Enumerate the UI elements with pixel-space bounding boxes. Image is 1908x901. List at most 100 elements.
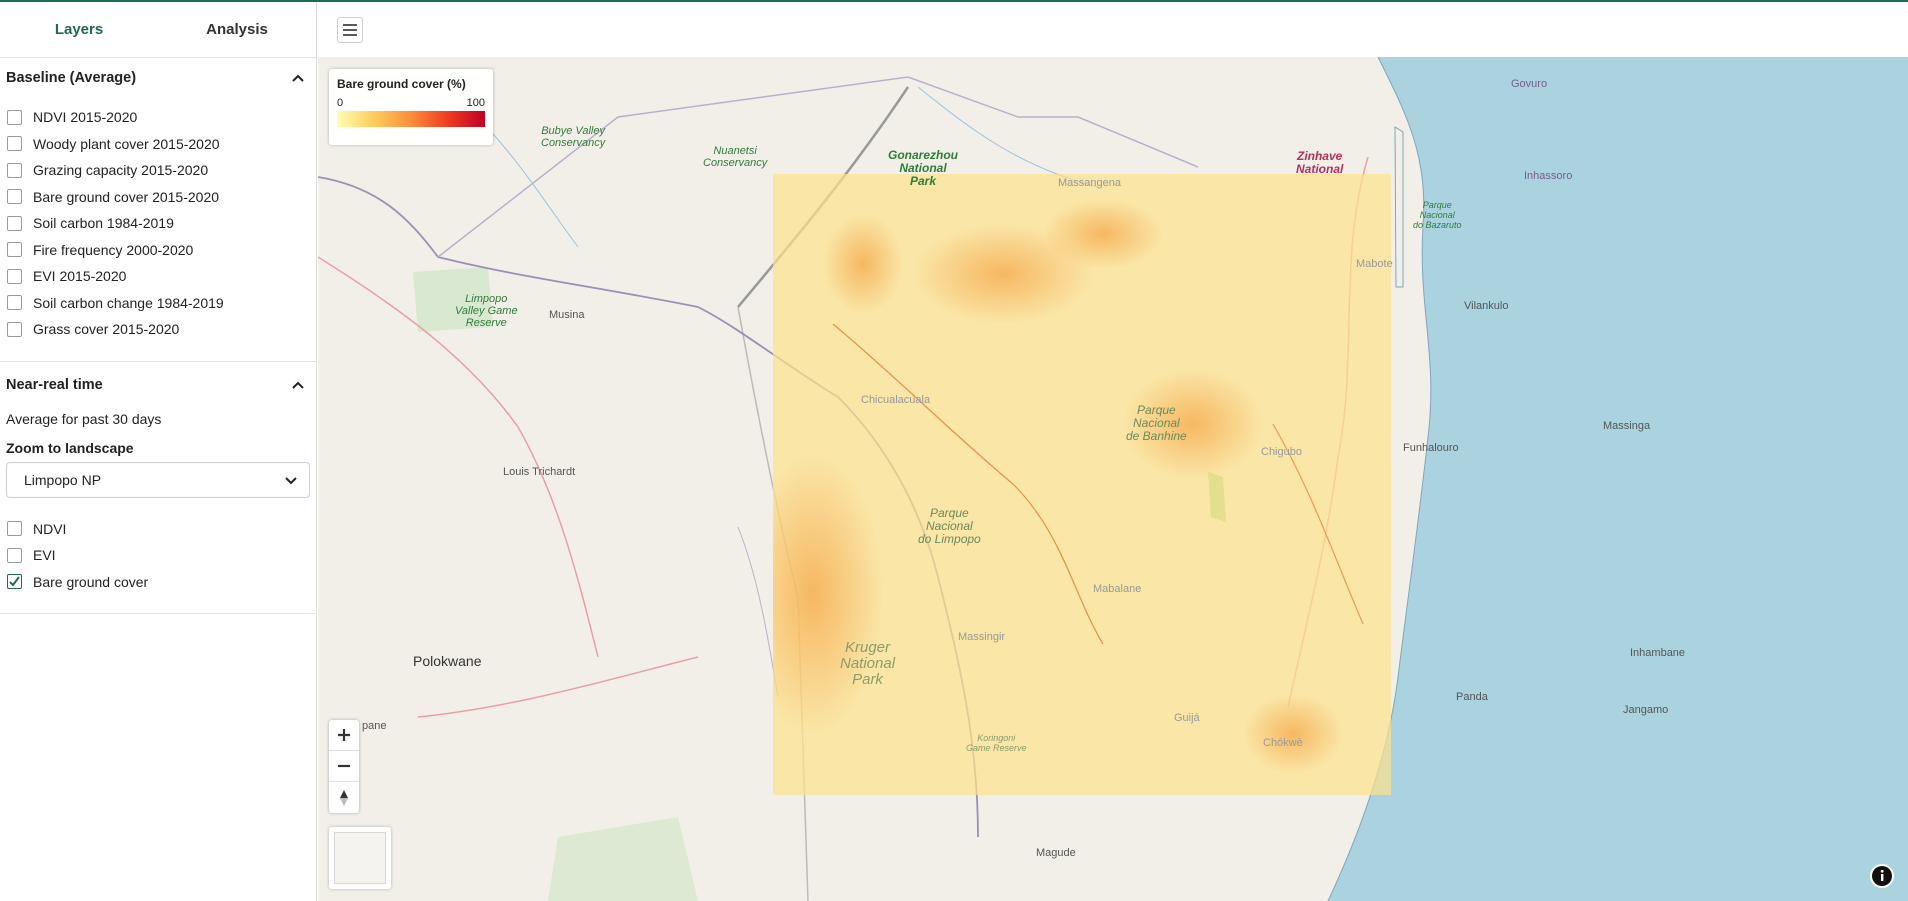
map-label-bubye-valley: Bubye Valley Conservancy <box>541 125 606 149</box>
map-label-jangamo: Jangamo <box>1623 704 1669 716</box>
map-canvas[interactable]: Polokwane Louis Trichardt Musina Inhasso… <box>318 57 1908 901</box>
legend-max: 100 <box>466 97 485 109</box>
baseline-section-title: Baseline (Average) <box>6 70 137 86</box>
map-label-kruger: Kruger National Park <box>840 639 896 688</box>
chevron-down-icon <box>285 472 297 488</box>
map-toolbar <box>318 2 1908 57</box>
map-label-chicualacuala: Chicualacuala <box>861 394 931 406</box>
legend-color-ramp <box>337 111 485 127</box>
map-label-inhambane: Inhambane <box>1630 647 1686 659</box>
chevron-up-icon[interactable] <box>286 66 310 90</box>
checkbox[interactable] <box>7 321 22 337</box>
layer-label: Bare ground cover <box>33 573 149 590</box>
layer-label: Soil carbon change 1984-2019 <box>33 294 224 311</box>
checkbox[interactable] <box>7 215 22 231</box>
map-label-massingir: Massingir <box>958 631 1006 643</box>
map-label-limpopo-np: Parque Nacional do Limpopo <box>918 506 981 546</box>
zoom-controls <box>329 720 359 813</box>
nrt-subtitle: Average for past 30 days <box>6 410 162 427</box>
tab-bar: Layers Analysis <box>0 2 316 58</box>
hamburger-icon[interactable] <box>337 17 363 43</box>
bare-ground-overlay <box>773 174 1391 795</box>
check-icon <box>9 576 20 587</box>
map-label-pane: pane <box>362 720 387 732</box>
zoom-to-landscape-label: Zoom to landscape <box>6 439 134 456</box>
sidebar: Layers Analysis Baseline (Average) NDVI … <box>0 2 317 901</box>
landscape-select[interactable]: Limpopo NP <box>6 461 310 498</box>
minus-icon <box>338 764 350 768</box>
map-label-bazaruto: Parque Nacional do Bazaruto <box>1413 200 1462 230</box>
map-label-massinga: Massinga <box>1603 420 1651 432</box>
map-label-chigubo: Chigubo <box>1261 446 1302 458</box>
section-divider <box>0 613 316 614</box>
layer-evi-nrt[interactable]: EVI <box>0 542 316 569</box>
layer-label: Bare ground cover 2015-2020 <box>33 188 220 205</box>
layer-grass-cover[interactable]: Grass cover 2015-2020 <box>0 316 316 343</box>
compass-icon <box>340 789 348 806</box>
map-label-musina: Musina <box>549 309 585 321</box>
map-label-nuanetsi: Nuanetsi Conservancy <box>703 145 768 169</box>
legend-title: Bare ground cover (%) <box>337 77 466 91</box>
layer-label: Fire frequency 2000-2020 <box>33 241 194 258</box>
checkbox[interactable] <box>7 268 22 284</box>
checkbox[interactable] <box>7 136 22 152</box>
map-label-koringoni: Koringoni Game Reserve <box>966 733 1027 753</box>
layer-woody-plant-cover[interactable]: Woody plant cover 2015-2020 <box>0 131 316 158</box>
checkbox-checked[interactable] <box>7 574 22 590</box>
map-label-magude: Magude <box>1036 847 1076 859</box>
map-label-banhine: Parque Nacional de Banhine <box>1126 403 1187 443</box>
checkbox[interactable] <box>7 295 22 311</box>
info-icon[interactable] <box>1870 864 1894 888</box>
nrt-layer-list: NDVI EVI Bare ground cover <box>0 516 316 596</box>
layer-ndvi-nrt[interactable]: NDVI <box>0 516 316 543</box>
map-legend: Bare ground cover (%) 0 100 <box>329 69 493 145</box>
zoom-out-button[interactable] <box>329 751 359 782</box>
checkbox[interactable] <box>7 109 22 125</box>
layer-soil-carbon[interactable]: Soil carbon 1984-2019 <box>0 210 316 237</box>
checkbox[interactable] <box>7 189 22 205</box>
basemap-preview <box>334 832 386 884</box>
map-label-panda: Panda <box>1456 691 1488 703</box>
map-label-louis-trichardt: Louis Trichardt <box>503 466 576 478</box>
layer-label: NDVI <box>33 520 67 537</box>
map-label-mabalane: Mabalane <box>1093 583 1142 595</box>
layer-label: EVI <box>33 547 56 564</box>
layer-grazing-capacity[interactable]: Grazing capacity 2015-2020 <box>0 157 316 184</box>
legend-min: 0 <box>337 97 344 109</box>
tab-layers[interactable]: Layers <box>0 2 158 57</box>
layer-label: NDVI 2015-2020 <box>33 109 138 126</box>
checkbox[interactable] <box>7 547 22 563</box>
checkbox[interactable] <box>7 521 22 537</box>
layer-label: Grazing capacity 2015-2020 <box>33 162 209 179</box>
layer-fire-frequency[interactable]: Fire frequency 2000-2020 <box>0 237 316 264</box>
section-divider <box>0 360 316 362</box>
map-label-vilankulo: Vilankulo <box>1464 300 1509 312</box>
basemap-switcher[interactable] <box>329 827 391 889</box>
layer-soil-carbon-change[interactable]: Soil carbon change 1984-2019 <box>0 290 316 317</box>
layer-label: EVI 2015-2020 <box>33 268 127 285</box>
map-label-limpopo-valley: Limpopo Valley Game Reserve <box>455 293 518 329</box>
map-label-chokwe: Chókwè <box>1263 737 1303 749</box>
tab-analysis[interactable]: Analysis <box>158 2 316 57</box>
nrt-section-title: Near-real time <box>6 376 103 393</box>
nrt-section-header[interactable]: Near-real time <box>0 365 316 405</box>
layer-bare-ground-cover-nrt[interactable]: Bare ground cover <box>0 569 316 596</box>
map-label-gonarezhou: Gonarezhou National Park <box>888 148 959 188</box>
baseline-section-header[interactable]: Baseline (Average) <box>0 58 316 98</box>
landscape-select-value: Limpopo NP <box>24 471 102 488</box>
map-label-polokwane: Polokwane <box>413 653 482 669</box>
chevron-up-icon[interactable] <box>286 373 310 397</box>
map-label-govuro: Govuro <box>1511 78 1548 90</box>
checkbox[interactable] <box>7 162 22 178</box>
layer-ndvi-2015-2020[interactable]: NDVI 2015-2020 <box>0 104 316 131</box>
layer-label: Soil carbon 1984-2019 <box>33 215 174 232</box>
map-label-guija: Guijá <box>1174 712 1200 724</box>
zoom-in-button[interactable] <box>329 720 359 751</box>
legend-scale: 0 100 <box>337 97 485 109</box>
layer-bare-ground-cover-baseline[interactable]: Bare ground cover 2015-2020 <box>0 184 316 211</box>
map-label-mabote: Mabote <box>1356 258 1393 270</box>
checkbox[interactable] <box>7 242 22 258</box>
map-label-funhalouro: Funhalouro <box>1403 442 1459 454</box>
layer-evi-2015-2020[interactable]: EVI 2015-2020 <box>0 263 316 290</box>
reset-north-button[interactable] <box>329 782 359 813</box>
